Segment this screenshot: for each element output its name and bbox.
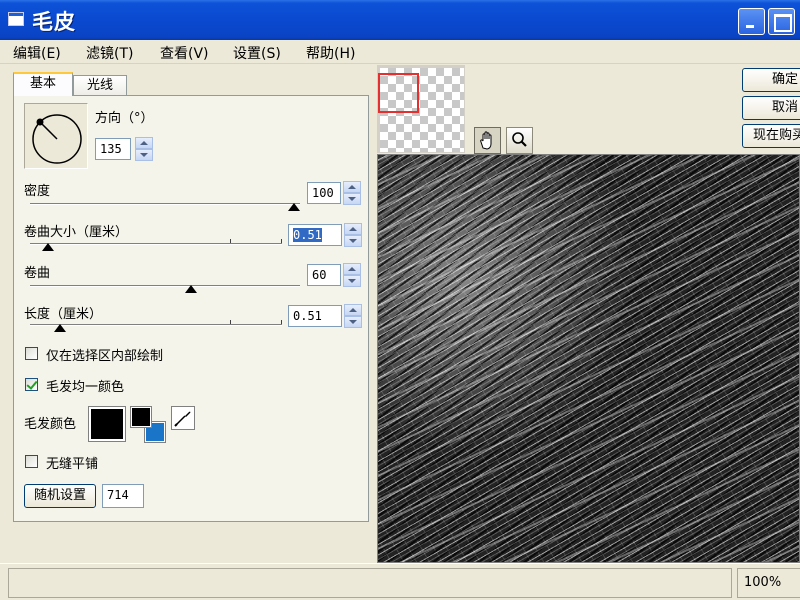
hand-tool-button[interactable] <box>474 127 501 154</box>
inside-selection-checkbox[interactable] <box>25 347 38 360</box>
seamless-label: 无缝平铺 <box>46 457 99 472</box>
ok-button[interactable]: 确定 <box>742 68 800 92</box>
spin-up-icon[interactable] <box>135 137 153 149</box>
curl-size-label: 卷曲大小（厘米） <box>24 225 129 240</box>
curl-spinner[interactable] <box>343 263 361 287</box>
menu-help[interactable]: 帮助(H) <box>306 43 355 63</box>
minimize-button[interactable] <box>738 8 765 35</box>
curl-slider[interactable] <box>30 281 300 293</box>
direction-spinner[interactable] <box>135 137 153 161</box>
maximize-button[interactable] <box>768 8 795 35</box>
hair-color-label: 毛发颜色 <box>24 417 77 432</box>
slider-thumb-icon[interactable] <box>42 243 54 251</box>
magnifier-icon <box>512 132 527 147</box>
direction-dial[interactable] <box>24 103 88 169</box>
cancel-button[interactable]: 取消 <box>742 96 800 120</box>
fur-texture <box>378 155 799 562</box>
buy-now-button[interactable]: 现在购买 <box>742 124 800 148</box>
status-message-cell <box>8 568 732 598</box>
curl-field[interactable]: 60 <box>307 264 341 286</box>
spin-down-icon[interactable] <box>135 149 153 161</box>
tab-light[interactable]: 光线 <box>73 75 127 97</box>
menu-settings[interactable]: 设置(S) <box>233 43 281 63</box>
inside-selection-label: 仅在选择区内部绘制 <box>46 349 164 364</box>
tab-basic[interactable]: 基本 <box>13 72 73 96</box>
density-spinner[interactable] <box>343 181 361 205</box>
density-field[interactable]: 100 <box>307 182 341 204</box>
spin-down-icon[interactable] <box>343 193 361 205</box>
random-seed-field[interactable]: 714 <box>102 484 144 508</box>
menu-edit[interactable]: 编辑(E) <box>13 43 61 63</box>
spin-up-icon[interactable] <box>343 263 361 275</box>
menu-filter[interactable]: 滤镜(T) <box>86 43 133 63</box>
length-field[interactable]: 0.51 <box>288 305 342 327</box>
seamless-checkbox[interactable] <box>25 455 38 468</box>
eyedropper-icon[interactable] <box>171 406 195 430</box>
random-settings-button[interactable]: 随机设置 <box>24 484 96 508</box>
length-spinner[interactable] <box>344 304 362 328</box>
title-bar[interactable]: 毛皮 <box>0 0 800 40</box>
app-window-icon <box>8 12 24 26</box>
length-slider[interactable] <box>30 320 282 332</box>
spin-up-icon[interactable] <box>343 181 361 193</box>
slider-thumb-icon[interactable] <box>184 285 197 293</box>
slider-thumb-icon[interactable] <box>288 203 300 211</box>
uniform-color-label: 毛发均一颜色 <box>46 380 125 395</box>
uniform-color-checkbox[interactable] <box>25 378 38 391</box>
window-title: 毛皮 <box>32 10 76 34</box>
zoom-level: 100% <box>737 568 800 598</box>
spin-down-icon[interactable] <box>344 235 362 247</box>
spin-up-icon[interactable] <box>344 223 362 235</box>
curl-size-slider[interactable] <box>30 239 282 251</box>
fur-preview-canvas[interactable] <box>377 154 800 563</box>
hand-icon <box>480 131 492 150</box>
curl-label: 卷曲 <box>24 266 51 281</box>
dial-icon <box>32 114 82 164</box>
spin-down-icon[interactable] <box>343 275 361 287</box>
menu-bar: 编辑(E) 滤镜(T) 查看(V) 设置(S) 帮助(H) <box>0 40 800 64</box>
curl-size-field[interactable]: 0.51 <box>288 224 342 246</box>
view-rectangle[interactable] <box>378 73 419 113</box>
curl-size-spinner[interactable] <box>344 223 362 247</box>
zoom-tool-button[interactable] <box>506 127 533 154</box>
density-label: 密度 <box>24 184 51 199</box>
slider-thumb-icon[interactable] <box>54 324 66 332</box>
direction-field[interactable]: 135 <box>95 138 131 160</box>
direction-label: 方向（°） <box>95 111 154 126</box>
spin-down-icon[interactable] <box>344 316 362 328</box>
spin-up-icon[interactable] <box>344 304 362 316</box>
foreground-color-swatch[interactable] <box>130 406 152 428</box>
hair-color-swatch[interactable] <box>88 406 126 442</box>
density-slider[interactable] <box>30 199 300 211</box>
menu-view[interactable]: 查看(V) <box>160 43 209 63</box>
